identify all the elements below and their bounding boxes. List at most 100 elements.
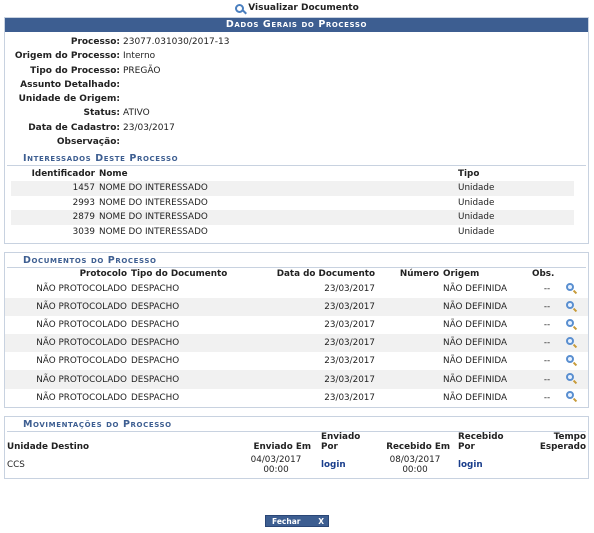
cell-obs: -- — [543, 284, 551, 295]
cell-tipo-documento: DESPACHO — [129, 298, 253, 317]
view-document-button[interactable] — [564, 352, 588, 370]
interessados-caption: Interessados Deste Processo — [7, 151, 586, 167]
cell-numero — [377, 280, 441, 298]
cell-data-documento: 23/03/2017 — [253, 370, 377, 389]
cell-tipo-documento: DESPACHO — [129, 334, 253, 353]
documentos-table: Protocolo Tipo do Documento Data do Docu… — [5, 268, 588, 407]
cell-recebido-hora: 00:00 — [402, 465, 428, 475]
zoom-icon[interactable] — [566, 373, 576, 383]
documentos-panel: Documentos do Processo Protocolo Tipo do… — [4, 252, 589, 408]
fechar-label: Fechar — [272, 516, 301, 526]
dados-gerais-fields: Processo: 23077.031030/2017-13 Origem do … — [5, 32, 588, 149]
table-row: NÃO PROTOCOLADO DESPACHO 23/03/2017 NÃO DEF… — [5, 298, 588, 317]
col-data-documento: Data do Documento — [276, 269, 375, 279]
cell-origem: NÃO DEFINIDA — [443, 320, 507, 331]
zoom-icon[interactable] — [566, 282, 576, 293]
field-row: Assunto Detalhado: — [5, 78, 588, 92]
field-row: Origem do Processo: Interno — [5, 49, 588, 63]
field-row: Processo: 23077.031030/2017-13 — [5, 35, 588, 49]
recebido-por-login-link[interactable]: login — [458, 460, 483, 470]
cell-data-documento: 23/03/2017 — [253, 298, 377, 317]
cell-tipo-documento: DESPACHO — [131, 284, 180, 295]
col-identificador: Identificador — [31, 168, 95, 179]
cell-identificador: 3039 — [72, 227, 95, 238]
cell-data-documento: 23/03/2017 — [324, 392, 375, 403]
view-document-button[interactable] — [564, 389, 588, 407]
table-row: NÃO PROTOCOLADO DESPACHO 23/03/2017 NÃO DEF… — [5, 352, 588, 370]
col-enviado-em: Enviado Em — [253, 442, 311, 452]
col-recebido-por-line1: Recebido — [458, 432, 504, 442]
visualizar-documento-label: Visualizar Documento — [248, 3, 359, 13]
col-tempo-line2: Esperado — [539, 442, 586, 452]
table-row: 1457 NOME DO INTERESSADO Unidade — [11, 180, 574, 196]
view-document-button[interactable] — [564, 280, 588, 298]
cell-tipo-documento: DESPACHO — [129, 370, 253, 389]
view-document-button[interactable] — [564, 316, 588, 334]
table-row: 3039 NOME DO INTERESSADO Unidade — [11, 225, 574, 240]
field-value: ATIVO — [123, 108, 150, 119]
fechar-button[interactable]: Fechar X — [265, 515, 329, 527]
visualizar-documento-link[interactable]: Visualizar Documento — [0, 0, 594, 16]
dados-gerais-panel: Dados Gerais do Processo Processo: 23077.… — [4, 17, 589, 245]
col-recebido-por-line2: Por — [458, 442, 475, 452]
col-enviado-por: Enviado Por — [313, 432, 378, 452]
cell-origem: NÃO DEFINIDA — [443, 392, 507, 403]
cell-tempo-esperado — [520, 452, 588, 478]
cell-origem: NÃO DEFINIDA — [441, 334, 530, 353]
cell-origem: NÃO DEFINIDA — [443, 356, 507, 367]
cell-obs: -- — [543, 392, 551, 403]
cell-data-documento: 23/03/2017 — [324, 320, 375, 331]
table-row: NÃO PROTOCOLADO DESPACHO 23/03/2017 NÃO DEF… — [5, 370, 588, 389]
cell-nome: NOME DO INTERESSADO — [97, 180, 456, 196]
field-value — [123, 135, 588, 149]
field-value: Interno — [123, 51, 156, 62]
view-document-button[interactable] — [564, 334, 588, 353]
cell-obs: -- — [543, 356, 551, 367]
col-unidade-destino: Unidade Destino — [7, 442, 90, 452]
field-row: Observação: — [5, 135, 588, 149]
enviado-por-login-link[interactable]: login — [321, 460, 346, 470]
col-tipo-documento: Tipo do Documento — [131, 269, 228, 279]
col-action — [564, 268, 588, 280]
zoom-icon[interactable] — [566, 354, 576, 365]
cell-tipo-documento: DESPACHO — [131, 320, 180, 331]
field-value: PREGÃO — [123, 65, 161, 76]
zoom-icon[interactable] — [566, 300, 576, 311]
cell-origem: NÃO DEFINIDA — [443, 284, 507, 295]
cell-recebido-em: 08/03/2017 00:00 — [378, 452, 452, 478]
field-row: Status: ATIVO — [5, 106, 588, 120]
movimentacoes-caption: Movimentações do Processo — [7, 417, 586, 432]
col-nome: Nome — [99, 168, 128, 179]
zoom-icon[interactable] — [566, 336, 576, 347]
col-enviado-por-line1: Enviado — [321, 432, 361, 442]
cell-data-documento: 23/03/2017 — [253, 334, 377, 353]
field-row: Data de Cadastro: 23/03/2017 — [5, 121, 588, 135]
field-label: Processo: — [70, 37, 120, 47]
cell-obs: -- — [543, 320, 551, 331]
field-label: Unidade de Origem: — [18, 94, 120, 105]
cell-tipo-documento: DESPACHO — [131, 356, 180, 367]
col-recebido-por: Recebido Por — [452, 432, 520, 452]
cell-enviado-hora: 00:00 — [263, 465, 289, 475]
cell-nome: NOME DO INTERESSADO — [99, 197, 208, 208]
cell-numero — [377, 316, 441, 334]
table-row: NÃO PROTOCOLADO DESPACHO 23/03/2017 NÃO DEF… — [5, 316, 588, 334]
col-enviado-por-line2: Por — [321, 442, 338, 452]
table-row: 2879 NOME DO INTERESSADO Unidade — [11, 210, 574, 225]
col-numero: Número — [399, 269, 439, 279]
cell-protocolo: NÃO PROTOCOLADO — [5, 370, 129, 389]
movimentacoes-table: Unidade Destino Enviado Em Enviado Por Re… — [5, 432, 588, 478]
zoom-icon[interactable] — [566, 318, 576, 329]
view-document-button[interactable] — [564, 370, 588, 389]
documentos-header-row: Protocolo Tipo do Documento Data do Docu… — [5, 268, 588, 280]
cell-numero — [377, 389, 441, 407]
cell-nome: NOME DO INTERESSADO — [97, 210, 456, 225]
table-row: NÃO PROTOCOLADO DESPACHO 23/03/2017 NÃO DEF… — [5, 389, 588, 407]
cell-enviado-em: 04/03/2017 00:00 — [239, 452, 313, 478]
zoom-icon[interactable] — [566, 391, 576, 401]
view-document-button[interactable] — [564, 298, 588, 317]
cell-tipo: Unidade — [458, 197, 495, 208]
dados-gerais-caption: Dados Gerais do Processo — [5, 18, 588, 32]
cell-protocolo: NÃO PROTOCOLADO — [36, 356, 127, 367]
table-row: CCS 04/03/2017 00:00 login 08/03/2017 00:0… — [5, 452, 588, 478]
